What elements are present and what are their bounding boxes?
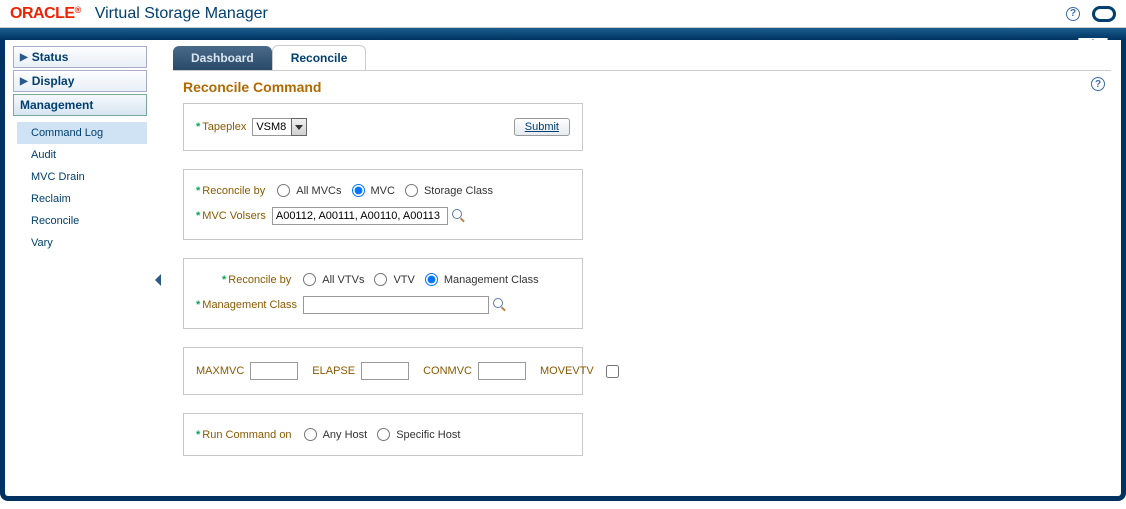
tab-bar: Dashboard Reconcile [173, 44, 1111, 70]
required-marker: * [222, 274, 226, 286]
sidebar-management-label: Management [20, 98, 93, 112]
oracle-logo: ORACLE® [10, 5, 81, 23]
maxmvc-input[interactable] [250, 362, 298, 380]
elapse-label: ELAPSE [312, 365, 355, 377]
required-marker: * [196, 210, 200, 222]
sidebar-item-audit[interactable]: Audit [17, 144, 147, 166]
page-help-icon[interactable]: ? [1091, 77, 1105, 91]
sidebar-status-label: Status [32, 50, 69, 64]
radio-storage-class[interactable] [405, 184, 418, 197]
sidebar-header-display[interactable]: ▶ Display [13, 70, 147, 92]
panel-reconcile-mvc: * Reconcile by All MVCs MVC Storage Clas… [183, 169, 583, 240]
panel-params: MAXMVC ELAPSE CONMVC MOVEVTV [183, 347, 583, 395]
mvc-volsers-label: MVC Volsers [202, 210, 266, 222]
conmvc-input[interactable] [478, 362, 526, 380]
search-icon[interactable] [452, 209, 466, 223]
radio-any-host[interactable] [304, 428, 317, 441]
required-marker: * [196, 121, 200, 133]
reconcile-by-label: Reconcile by [202, 185, 265, 197]
sidebar-display-label: Display [32, 74, 75, 88]
oracle-o-icon [1092, 6, 1116, 22]
content-area: Dashboard Reconcile Reconcile Command ? … [153, 40, 1121, 496]
submit-button[interactable]: Submit [514, 118, 570, 136]
radio-mgmt-class[interactable] [425, 273, 438, 286]
mvc-volsers-input[interactable] [272, 207, 448, 225]
radio-vtv-label: VTV [393, 274, 414, 286]
splitter-collapse-icon[interactable] [153, 268, 163, 292]
radio-mgmt-class-label: Management Class [444, 274, 539, 286]
radio-mvc[interactable] [352, 184, 365, 197]
search-icon[interactable] [493, 298, 507, 312]
tapeplex-label: Tapeplex [202, 121, 246, 133]
sidebar-item-vary[interactable]: Vary [17, 232, 147, 254]
dropdown-arrow-icon[interactable] [291, 118, 307, 136]
panel-reconcile-vtv: * Reconcile by All VTVs VTV Management C… [183, 258, 583, 329]
required-marker: * [196, 299, 200, 311]
app-title: Virtual Storage Manager [95, 5, 268, 23]
panel-run-command: * Run Command on Any Host Specific Host [183, 413, 583, 456]
sidebar-header-management[interactable]: Management [13, 94, 147, 116]
tab-dashboard[interactable]: Dashboard [173, 46, 272, 70]
radio-all-mvcs[interactable] [277, 184, 290, 197]
sidebar-item-reconcile[interactable]: Reconcile [17, 210, 147, 232]
tab-body: Reconcile Command ? * Tapeplex Submit * … [173, 70, 1111, 482]
radio-specific-host[interactable] [377, 428, 390, 441]
run-command-label: Run Command on [202, 429, 291, 441]
conmvc-label: CONMVC [423, 365, 472, 377]
sidebar-header-status[interactable]: ▶ Status [13, 46, 147, 68]
radio-all-vtvs-label: All VTVs [322, 274, 364, 286]
chevron-right-icon: ▶ [20, 52, 28, 63]
sidebar-items: Command Log Audit MVC Drain Reclaim Reco… [13, 118, 147, 262]
maxmvc-label: MAXMVC [196, 365, 244, 377]
radio-mvc-label: MVC [371, 185, 395, 197]
tab-reconcile[interactable]: Reconcile [272, 45, 367, 71]
mgmt-class-input[interactable] [303, 296, 489, 314]
sidebar-item-reclaim[interactable]: Reclaim [17, 188, 147, 210]
help-icon[interactable]: ? [1066, 7, 1080, 21]
movevtv-checkbox[interactable] [606, 365, 619, 378]
required-marker: * [196, 185, 200, 197]
header-band [0, 28, 1126, 40]
radio-any-host-label: Any Host [323, 429, 368, 441]
mgmt-class-label: Management Class [202, 299, 297, 311]
elapse-input[interactable] [361, 362, 409, 380]
movevtv-label: MOVEVTV [540, 365, 594, 377]
required-marker: * [196, 429, 200, 441]
page-title: Reconcile Command [183, 79, 1101, 95]
sidebar-item-mvc-drain[interactable]: MVC Drain [17, 166, 147, 188]
radio-all-vtvs[interactable] [303, 273, 316, 286]
radio-storage-class-label: Storage Class [424, 185, 493, 197]
radio-vtv[interactable] [374, 273, 387, 286]
sidebar-item-command-log[interactable]: Command Log [17, 122, 147, 144]
radio-specific-host-label: Specific Host [396, 429, 460, 441]
tapeplex-select[interactable] [252, 118, 292, 136]
radio-all-mvcs-label: All MVCs [296, 185, 341, 197]
chevron-right-icon: ▶ [20, 76, 28, 87]
sidebar: ▶ Status ▶ Display Management Command Lo… [13, 40, 153, 496]
panel-tapeplex: * Tapeplex Submit [183, 103, 583, 151]
app-header: ORACLE® Virtual Storage Manager ? [0, 0, 1126, 28]
reconcile-by-label-2: Reconcile by [228, 274, 291, 286]
